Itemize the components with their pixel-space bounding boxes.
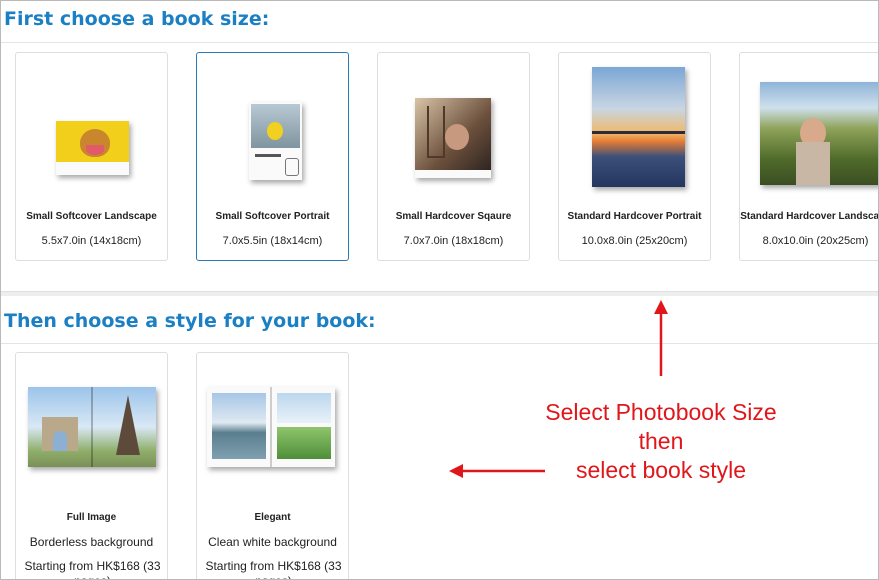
style-card-full-image[interactable]: Full Image Borderless background Startin… [15, 352, 168, 579]
divider [1, 343, 878, 344]
size-name: Small Hardcover Sqaure [395, 211, 512, 222]
annotation-line: Select Photobook Size [545, 399, 777, 425]
style-section-heading: Then choose a style for your book: [4, 310, 376, 332]
size-card-standard-hardcover-landscape[interactable]: Standard Hardcover Landscape 8.0x10.0in … [739, 52, 879, 261]
size-card-small-hardcover-square[interactable]: Small Hardcover Sqaure 7.0x7.0in (18x18c… [377, 52, 530, 261]
book-cover-thumbnail [56, 121, 129, 175]
style-price: Starting from HK$168 (33 pages) [24, 559, 161, 579]
instruction-annotation: Select Photobook Size then select book s… [506, 398, 816, 485]
size-card-standard-hardcover-portrait[interactable]: Standard Hardcover Portrait 10.0x8.0in (… [558, 52, 711, 261]
annotation-line: then [638, 428, 684, 454]
style-card-elegant[interactable]: Elegant Clean white background Starting … [196, 352, 349, 579]
style-description: Borderless background [29, 535, 154, 549]
style-name: Elegant [254, 512, 291, 523]
book-cover-thumbnail [760, 82, 878, 185]
size-section-heading: First choose a book size: [4, 8, 270, 30]
size-name: Small Softcover Landscape [26, 211, 157, 222]
size-name: Standard Hardcover Portrait [567, 211, 702, 222]
book-spread-thumbnail [207, 387, 335, 467]
book-cover-thumbnail [592, 67, 685, 187]
size-name: Small Softcover Portrait [215, 211, 330, 222]
section-divider [1, 291, 878, 296]
style-price: Starting from HK$168 (33 pages) [205, 559, 342, 579]
book-builder-panel: First choose a book size: Small Softcove… [0, 0, 879, 580]
size-dimensions: 7.0x5.5in (18x14cm) [222, 235, 323, 247]
size-dimensions: 10.0x8.0in (25x20cm) [581, 235, 688, 247]
book-cover-thumbnail [415, 98, 491, 178]
size-name: Standard Hardcover Landscape [740, 211, 879, 222]
size-dimensions: 8.0x10.0in (20x25cm) [762, 235, 869, 247]
style-description: Clean white background [208, 535, 337, 549]
size-card-small-softcover-landscape[interactable]: Small Softcover Landscape 5.5x7.0in (14x… [15, 52, 168, 261]
divider [1, 42, 878, 43]
size-dimensions: 7.0x7.0in (18x18cm) [403, 235, 504, 247]
size-dimensions: 5.5x7.0in (14x18cm) [41, 235, 142, 247]
book-cover-thumbnail [249, 102, 302, 180]
book-spread-thumbnail [28, 387, 156, 467]
annotation-line: select book style [575, 457, 747, 483]
up-arrow-icon [654, 300, 668, 376]
size-card-small-softcover-portrait[interactable]: Small Softcover Portrait 7.0x5.5in (18x1… [196, 52, 349, 261]
style-name: Full Image [66, 512, 117, 523]
